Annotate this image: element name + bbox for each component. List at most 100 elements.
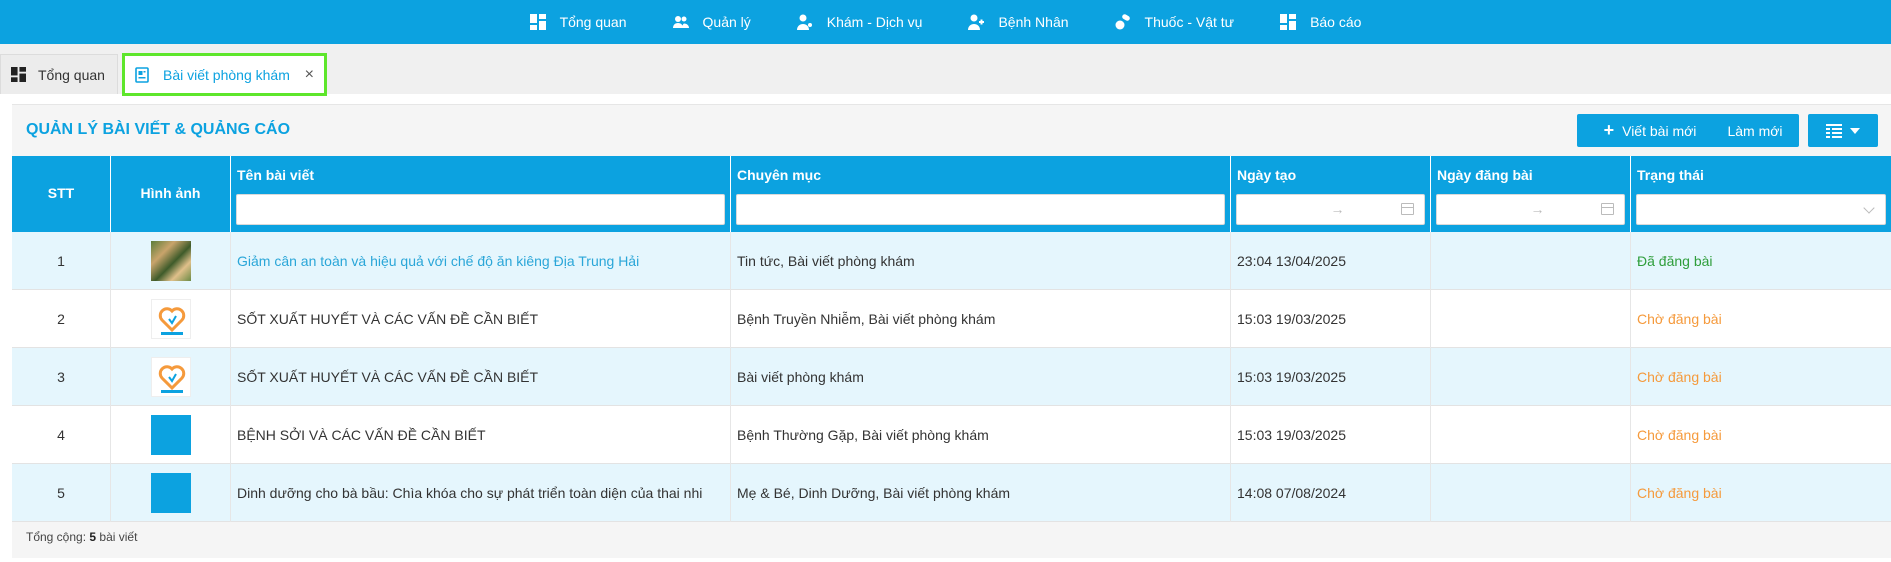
status-filter-select[interactable] [1636, 194, 1886, 225]
category-filter-input[interactable] [736, 194, 1225, 225]
table-header: STT Hình ảnh Tên bài viết Chuyên mục Ngà… [12, 156, 1891, 232]
users-icon [672, 16, 689, 28]
nav-item-services[interactable]: Khám - Dịch vụ [796, 14, 923, 30]
nav-item-label: Quản lý [702, 14, 751, 30]
tab-clinic-articles[interactable]: Bài viết phòng khám × [122, 53, 327, 96]
tab-label: Tổng quan [38, 66, 105, 83]
cell-category: Tin tức, Bài viết phòng khám [731, 232, 1231, 290]
cell-published [1431, 348, 1631, 406]
column-settings-button[interactable] [1808, 114, 1878, 147]
cell-stt: 4 [12, 406, 111, 464]
caret-down-icon [1850, 127, 1860, 134]
table-row[interactable]: 4 BỆNH SỞI VÀ CÁC VẤN ĐỀ CẦN BIẾT Bệnh Thư… [12, 406, 1891, 464]
nav-item-management[interactable]: Quản lý [672, 14, 751, 30]
cell-status: Chờ đăng bài [1637, 369, 1722, 385]
column-header-title: Tên bài viết [231, 156, 731, 232]
cell-image [111, 290, 231, 348]
cell-stt: 1 [12, 232, 111, 290]
new-article-label: Viết bài mới [1622, 122, 1697, 139]
tab-bar: Tổng quan Bài viết phòng khám × [0, 44, 1891, 96]
cell-stt: 2 [12, 290, 111, 348]
page-title: QUẢN LÝ BÀI VIẾT & QUẢNG CÁO [26, 121, 291, 138]
nav-item-label: Bệnh Nhân [998, 14, 1069, 30]
table-row[interactable]: 3 SỐT XUẤT HUYẾT VÀ CÁC VẤN ĐỀ CẦN BIẾT Bà… [12, 348, 1891, 406]
cell-published [1431, 464, 1631, 522]
column-header-status: Trạng thái [1631, 156, 1891, 232]
table-row[interactable]: 2 SỐT XUẤT HUYẾT VÀ CÁC VẤN ĐỀ CẦN BIẾT Bệ… [12, 290, 1891, 348]
published-date-range-filter[interactable]: → [1436, 194, 1625, 225]
report-icon [1280, 14, 1297, 30]
cell-stt: 3 [12, 348, 111, 406]
article-icon [135, 66, 149, 83]
article-thumbnail[interactable] [150, 299, 191, 339]
cell-title: SỐT XUẤT HUYẾT VÀ CÁC VẤN ĐỀ CẦN BIẾT [231, 348, 731, 406]
cell-published [1431, 290, 1631, 348]
cell-title[interactable]: Giảm cân an toàn và hiệu quả với chế độ … [231, 232, 731, 290]
table-footer: Tổng cộng: 5 bài viết [26, 530, 138, 544]
cell-created: 15:03 19/03/2025 [1231, 406, 1431, 464]
list-icon [1826, 123, 1842, 138]
nav-item-medicine[interactable]: Thuốc - Vật tư [1115, 14, 1235, 30]
column-header-image: Hình ảnh [111, 156, 231, 232]
cell-image [111, 232, 231, 290]
cell-status: Chờ đăng bài [1637, 311, 1722, 327]
column-header-stt: STT [12, 156, 111, 232]
articles-table: STT Hình ảnh Tên bài viết Chuyên mục Ngà… [12, 156, 1891, 522]
cell-image [111, 406, 231, 464]
cell-category: Mẹ & Bé, Dinh Dưỡng, Bài viết phòng khám [731, 464, 1231, 522]
arrow-right-icon: → [1330, 201, 1345, 217]
heart-logo-icon [158, 365, 185, 393]
column-header-created: Ngày tạo → [1231, 156, 1431, 232]
cell-published [1431, 406, 1631, 464]
nav-item-reports[interactable]: Báo cáo [1280, 14, 1361, 30]
cell-title: BỆNH SỞI VÀ CÁC VẤN ĐỀ CẦN BIẾT [231, 406, 731, 464]
chevron-down-icon [1863, 202, 1875, 214]
cell-status: Đã đăng bài [1637, 253, 1713, 269]
top-navigation: Tổng quan Quản lý Khám - Dịch vụ Bệnh Nh… [0, 0, 1891, 44]
cell-category: Bài viết phòng khám [731, 348, 1231, 406]
tab-overview[interactable]: Tổng quan [0, 54, 118, 94]
cell-category: Bệnh Thường Gặp, Bài viết phòng khám [731, 406, 1231, 464]
nav-item-patients[interactable]: Bệnh Nhân [968, 14, 1069, 30]
article-thumbnail[interactable] [150, 473, 191, 513]
close-icon[interactable]: × [305, 66, 314, 84]
cell-created: 15:03 19/03/2025 [1231, 348, 1431, 406]
article-thumbnail[interactable] [150, 415, 191, 455]
column-header-published: Ngày đăng bài → [1431, 156, 1631, 232]
articles-panel: QUẢN LÝ BÀI VIẾT & QUẢNG CÁO + Viết bài … [12, 104, 1891, 558]
table-body: 1 Giảm cân an toàn và hiệu quả với chế độ… [12, 232, 1891, 522]
cell-status: Chờ đăng bài [1637, 485, 1722, 501]
nav-item-label: Báo cáo [1310, 14, 1362, 30]
cell-image [111, 464, 231, 522]
new-article-button[interactable]: + Viết bài mới [1577, 114, 1723, 147]
cell-published [1431, 232, 1631, 290]
plus-icon: + [1603, 120, 1615, 140]
cell-stt: 5 [12, 464, 111, 522]
cell-created: 23:04 13/04/2025 [1231, 232, 1431, 290]
refresh-button[interactable]: Làm mới [1711, 114, 1799, 147]
heart-logo-icon [158, 307, 185, 335]
cell-created: 15:03 19/03/2025 [1231, 290, 1431, 348]
dashboard-icon [529, 14, 546, 30]
nav-item-label: Khám - Dịch vụ [826, 14, 923, 30]
title-filter-input[interactable] [236, 194, 725, 225]
calendar-icon [1401, 203, 1414, 215]
cell-status: Chờ đăng bài [1637, 427, 1722, 443]
cell-category: Bệnh Truyền Nhiễm, Bài viết phòng khám [731, 290, 1231, 348]
tab-label: Bài viết phòng khám [163, 66, 290, 83]
cell-created: 14:08 07/08/2024 [1231, 464, 1431, 522]
nav-item-label: Thuốc - Vật tư [1144, 14, 1235, 30]
table-row[interactable]: 1 Giảm cân an toàn và hiệu quả với chế độ… [12, 232, 1891, 290]
dashboard-icon [11, 67, 26, 82]
article-thumbnail[interactable] [150, 241, 191, 281]
cell-title: SỐT XUẤT HUYẾT VÀ CÁC VẤN ĐỀ CẦN BIẾT [231, 290, 731, 348]
arrow-right-icon: → [1530, 201, 1545, 217]
doctor-icon [796, 14, 812, 30]
article-thumbnail[interactable] [150, 357, 191, 397]
cell-title: Dinh dưỡng cho bà bầu: Chìa khóa cho sự … [231, 464, 731, 522]
nav-item-overview[interactable]: Tổng quan [529, 14, 627, 30]
created-date-range-filter[interactable]: → [1236, 194, 1425, 225]
table-row[interactable]: 5 Dinh dưỡng cho bà bầu: Chìa khóa cho sự… [12, 464, 1891, 522]
cell-image [111, 348, 231, 406]
pills-icon [1115, 14, 1130, 30]
